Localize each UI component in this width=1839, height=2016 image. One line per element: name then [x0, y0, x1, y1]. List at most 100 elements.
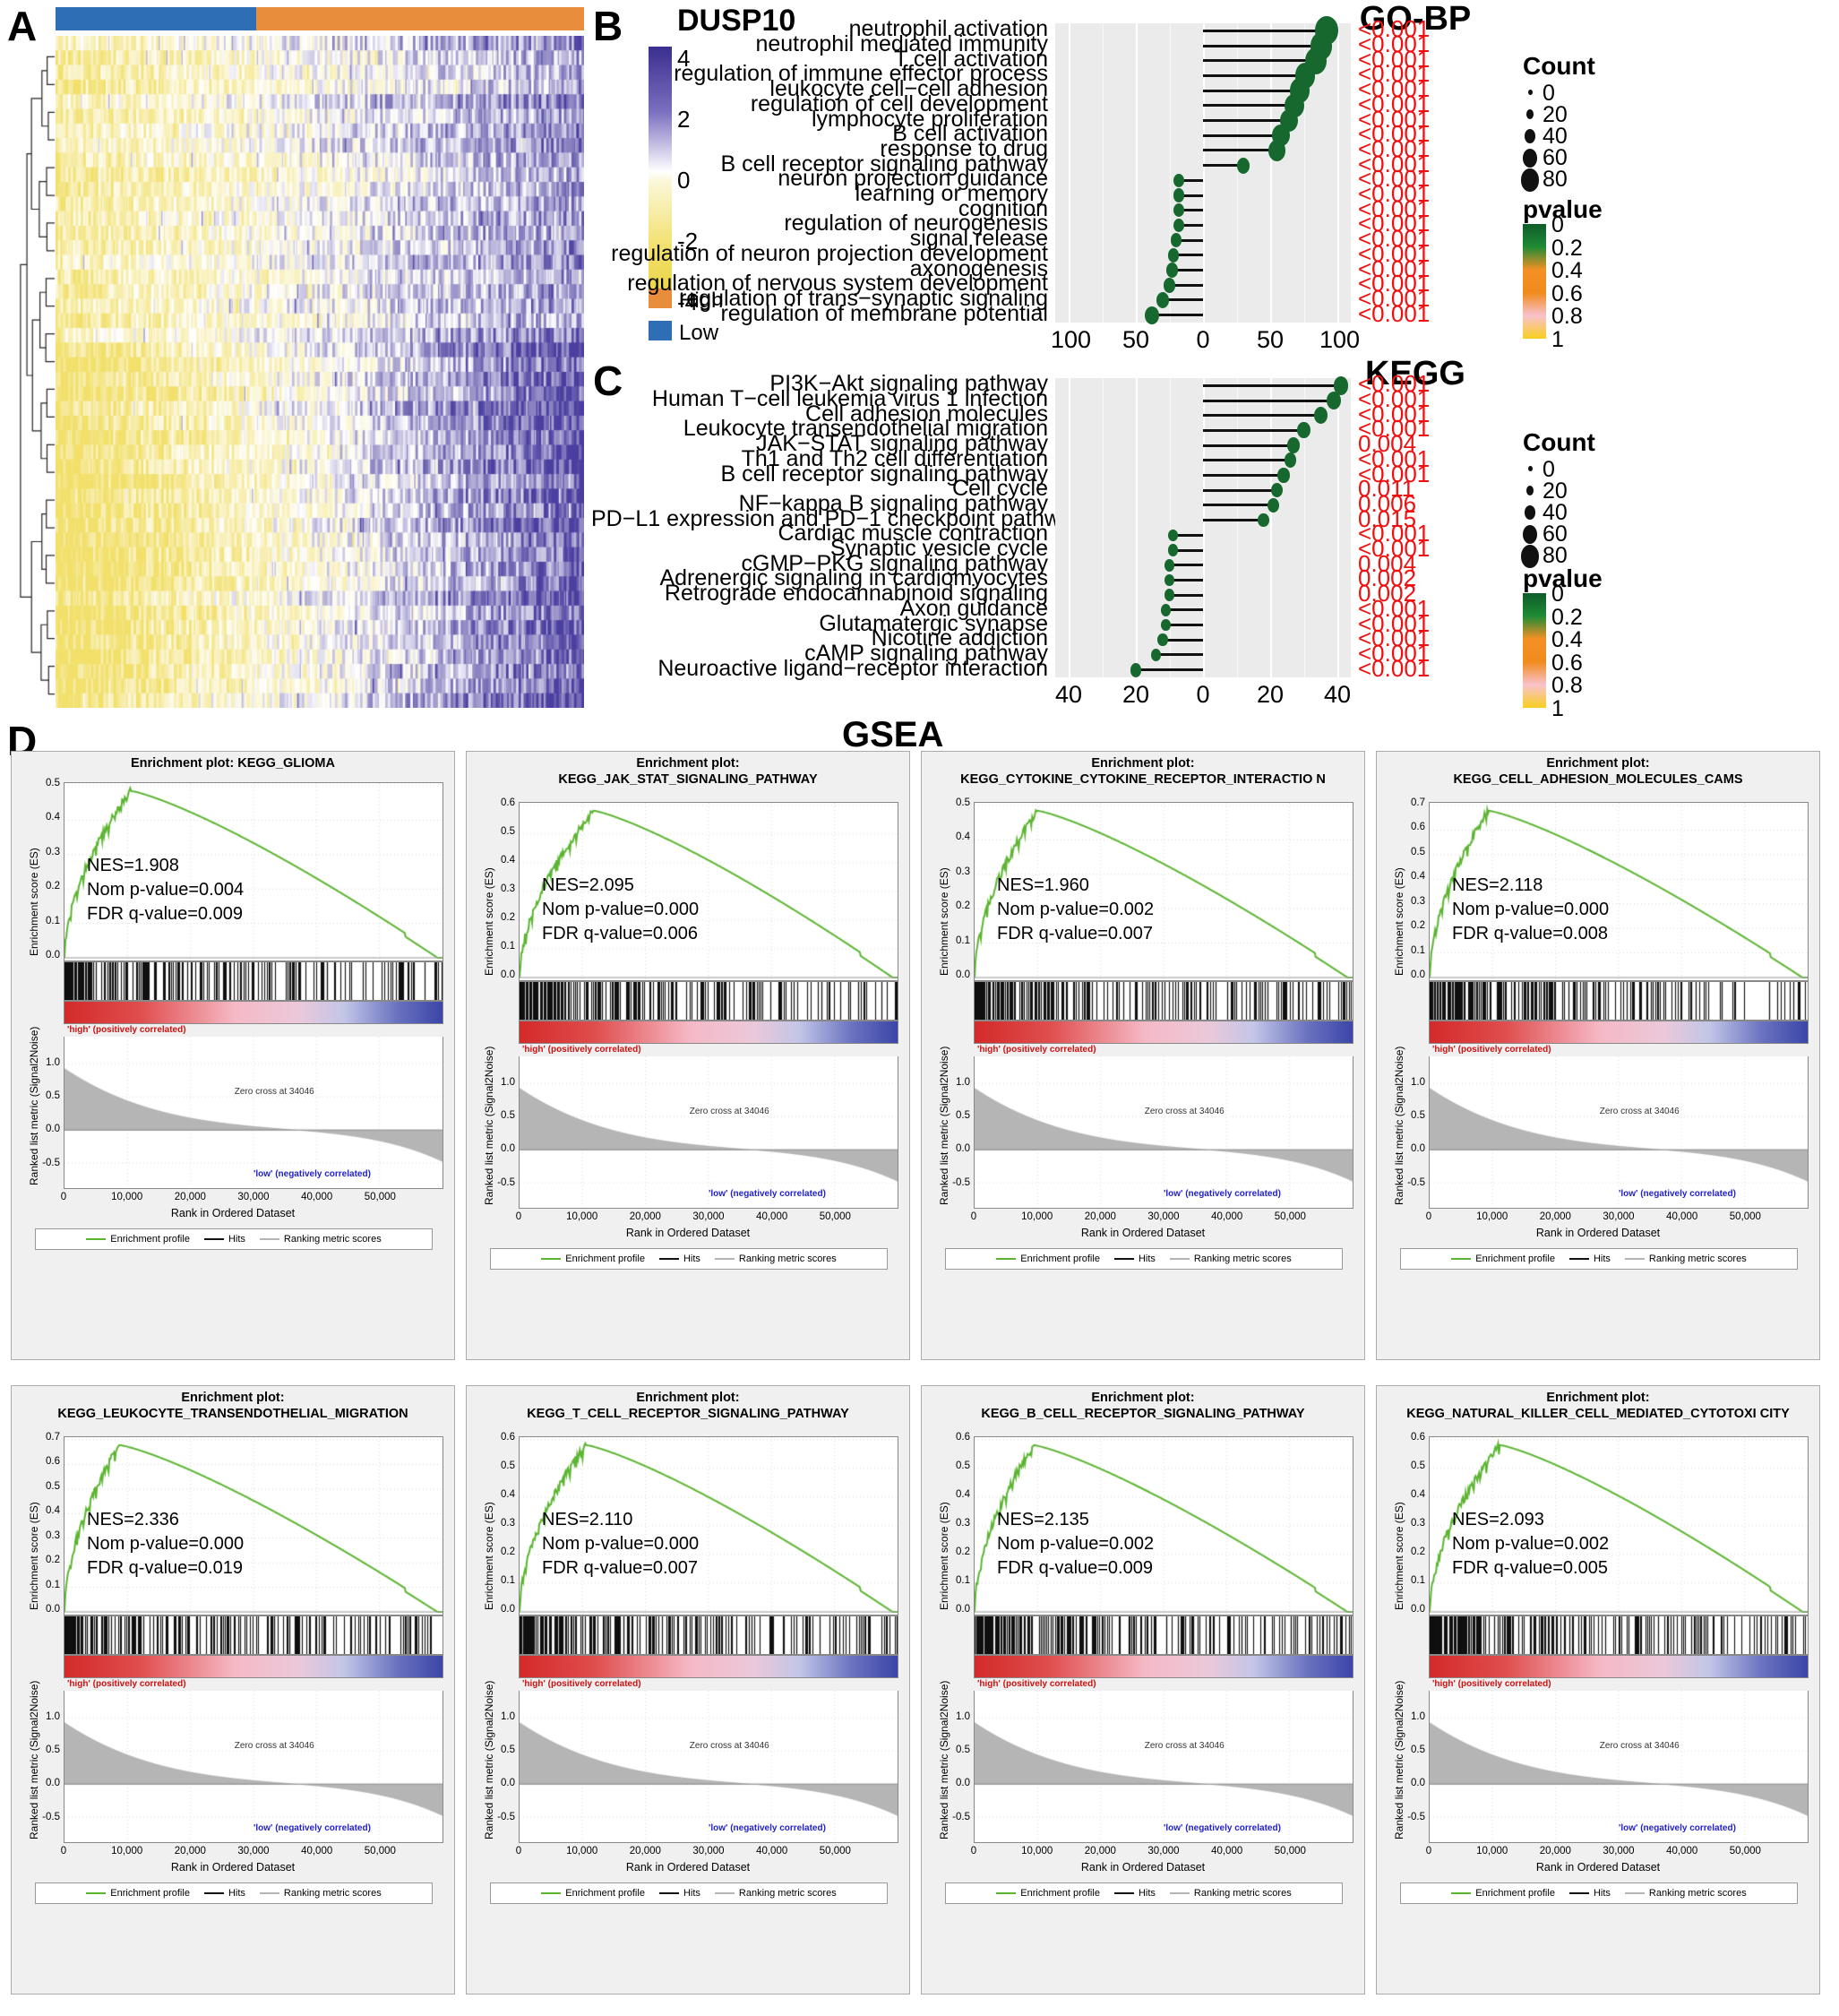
gsea-plot-card: Enrichment plot: KEGG_CYTOKINE_CYTOKINE_R… [921, 751, 1365, 1360]
gridline [1337, 23, 1339, 323]
gsea-legend-item: Ranking metric scores [714, 1888, 837, 1899]
gsea-es-ytick: 0.4 [501, 1489, 515, 1500]
gridline [1270, 378, 1272, 677]
lollipop-dot [1161, 603, 1172, 616]
gsea-plot-title: Enrichment plot: KEGG_NATURAL_KILLER_CELL… [1377, 1390, 1819, 1422]
count-legend-dot [1524, 128, 1536, 143]
gsea-hits-band [519, 1615, 898, 1655]
count-legend-dot [1523, 525, 1537, 544]
gsea-legend-item: Ranking metric scores [1624, 1888, 1747, 1899]
gsea-stats: NES=1.960 Nom p-value=0.002 FDR q-value=0.… [997, 874, 1154, 946]
gsea-legend-swatch [541, 1892, 562, 1894]
gridline [1069, 23, 1070, 323]
gsea-stats: NES=2.118 Nom p-value=0.000 FDR q-value=0.… [1452, 874, 1609, 946]
gsea-low-correlation-label: 'low' (negatively correlated) [709, 1189, 826, 1199]
gsea-high-correlation-label: 'high' (positively correlated) [67, 1025, 186, 1035]
dendrogram [9, 43, 56, 708]
gsea-ranked-metric-plot [974, 1056, 1353, 1209]
gsea-xtick: 40,000 [1211, 1211, 1243, 1222]
gsea-legend-item: Ranking metric scores [714, 1254, 837, 1264]
gsea-stat-fdr-q: FDR q-value=0.008 [1452, 924, 1608, 943]
gsea-legend-label: Ranking metric scores [738, 1888, 837, 1899]
gsea-xtick: 0 [1425, 1211, 1432, 1222]
gsea-correlation-bar [64, 1655, 443, 1678]
gsea-ranked-metric-plot [519, 1691, 898, 1843]
lollipop-dot [1163, 277, 1176, 293]
gsea-stat-nom-p: Nom p-value=0.002 [997, 1534, 1155, 1554]
gsea-plot-card: Enrichment plot: KEGG_NATURAL_KILLER_CELL… [1376, 1385, 1820, 1994]
gsea-xtick: 40,000 [1666, 1211, 1698, 1222]
lollipop-stem [1136, 668, 1203, 672]
lollipop-stem [1203, 488, 1277, 492]
count-legend-dot [1525, 108, 1534, 119]
gsea-legend-swatch [714, 1258, 735, 1260]
gsea-correlation-bar [974, 1021, 1353, 1044]
gsea-legend-label: Ranking metric scores [1648, 1254, 1747, 1264]
gsea-xtick: 10,000 [1021, 1846, 1053, 1857]
gsea-plot-title-line2: KEGG_JAK_STAT_SIGNALING_PATHWAY [558, 772, 818, 788]
gsea-xtick: 0 [515, 1846, 522, 1857]
gsea-high-correlation-label: 'high' (positively correlated) [977, 1045, 1096, 1055]
gsea-legend-swatch [1169, 1258, 1190, 1260]
gsea-legend-item: Enrichment profile [86, 1234, 190, 1245]
gsea-legend-swatch [86, 1238, 107, 1240]
gsea-high-correlation-label: 'high' (positively correlated) [977, 1679, 1096, 1689]
pvalue-legend-label: 1 [1551, 696, 1564, 721]
kegg-lollipop-chart: KEGG PI3K−Akt signaling pathway Human T−c… [591, 355, 1839, 721]
lollipop-stem [1203, 428, 1304, 432]
gsea-x-axis-label: Rank in Ordered Dataset [1080, 1861, 1206, 1874]
gsea-low-correlation-label: 'low' (negatively correlated) [1619, 1189, 1736, 1199]
gsea-correlation-bar [519, 1655, 898, 1678]
gsea-xtick: 10,000 [1476, 1211, 1508, 1222]
gsea-legend-label: Enrichment profile [1475, 1254, 1555, 1264]
gsea-ranked-metric-plot [1429, 1056, 1809, 1209]
gsea-xtick: 20,000 [1084, 1211, 1116, 1222]
gsea-stat-fdr-q: FDR q-value=0.009 [87, 904, 243, 924]
gsea-ranked-metric-plot [64, 1037, 443, 1189]
gsea-legend-item: Ranking metric scores [1169, 1254, 1292, 1264]
gsea-stat-fdr-q: FDR q-value=0.005 [1452, 1558, 1608, 1578]
lollipop-dot [1157, 633, 1168, 647]
axis-tick-label: 0 [1196, 681, 1210, 708]
gsea-xtick: 50,000 [819, 1846, 851, 1857]
gsea-legend-item: Hits [203, 1888, 245, 1899]
gsea-legend-item: Ranking metric scores [1169, 1888, 1292, 1899]
gsea-ranked-metric-plot [1429, 1691, 1809, 1843]
gsea-correlation-bar [64, 1001, 443, 1024]
gobp-count-legend-title: Count [1523, 52, 1595, 80]
gsea-legend-label: Hits [228, 1234, 245, 1245]
gsea-zero-cross-label: Zero cross at 34046 [1599, 1741, 1680, 1752]
gsea-low-correlation-label: 'low' (negatively correlated) [1164, 1823, 1281, 1833]
gsea-legend-swatch [541, 1258, 562, 1260]
gsea-stat-nes: NES=2.336 [87, 1510, 179, 1529]
gsea-legend-label: Enrichment profile [565, 1254, 645, 1264]
gsea-es-ytick: 0.6 [501, 797, 515, 808]
lollipop-dot [1313, 407, 1328, 425]
gsea-metric-axis-label: Ranked list metric (Signal2Noise) [483, 1680, 495, 1839]
lollipop-stem [1165, 608, 1203, 612]
gsea-zero-cross-label: Zero cross at 34046 [689, 1107, 769, 1117]
gridline-minor [1236, 23, 1238, 323]
gsea-legend: Enrichment profile Hits Ranking metric sco… [490, 1248, 888, 1270]
lollipop-stem [1163, 638, 1203, 642]
gsea-legend: Enrichment profile Hits Ranking metric sco… [945, 1882, 1343, 1904]
lollipop-term-label: Neuroactive ligand−receptor interaction [657, 655, 1048, 681]
gsea-legend-item: Enrichment profile [541, 1254, 645, 1264]
gridline [1203, 23, 1205, 323]
lollipop-dot [1170, 233, 1182, 248]
gsea-high-correlation-label: 'high' (positively correlated) [67, 1679, 186, 1689]
gsea-legend-item: Enrichment profile [1451, 1254, 1555, 1264]
gsea-legend-swatch [203, 1238, 224, 1240]
gsea-zero-cross-label: Zero cross at 34046 [689, 1741, 769, 1752]
gsea-legend-swatch [86, 1892, 107, 1894]
lollipop-stem [1203, 474, 1284, 478]
gsea-legend-item: Ranking metric scores [1624, 1254, 1747, 1264]
gsea-stat-nom-p: Nom p-value=0.000 [542, 1534, 700, 1554]
gsea-plot-title-line2: KEGG_NATURAL_KILLER_CELL_MEDIATED_CYTOTO… [1406, 1407, 1790, 1422]
gsea-stat-nom-p: Nom p-value=0.002 [997, 900, 1155, 919]
gsea-es-ytick: 0.5 [46, 778, 60, 788]
kegg-count-legend-title: Count [1523, 428, 1595, 456]
lollipop-dot [1156, 291, 1170, 308]
gsea-x-axis-label: Rank in Ordered Dataset [170, 1207, 296, 1219]
gsea-xtick: 30,000 [692, 1211, 725, 1222]
